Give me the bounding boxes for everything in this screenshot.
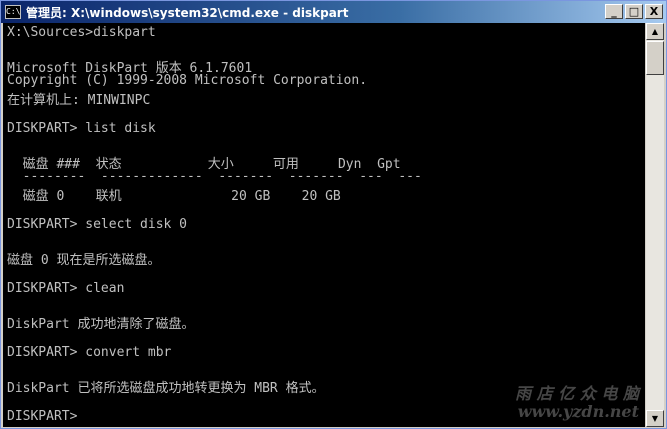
console-line: 磁盘 ### 状态 大小 可用 Dyn Gpt (7, 157, 401, 172)
console-line: 磁盘 0 联机 20 GB 20 GB (7, 189, 341, 204)
window-title: 管理员: X:\windows\system32\cmd.exe - diskp… (26, 5, 349, 20)
console-line: DISKPART> clean (7, 281, 125, 296)
scroll-thumb[interactable] (646, 41, 664, 75)
console-line: DISKPART> convert mbr (7, 345, 172, 360)
scroll-down-icon[interactable]: ▼ (646, 410, 664, 427)
cmd-window: C:\ 管理员: X:\windows\system32\cmd.exe - d… (0, 0, 667, 429)
scroll-up-icon[interactable]: ▲ (646, 23, 664, 40)
cmd-icon: C:\ (5, 5, 21, 19)
console-line: Copyright (C) 1999-2008 Microsoft Corpor… (7, 73, 368, 88)
console-line: X:\Sources>diskpart (7, 25, 156, 40)
console-line: DISKPART> list disk (7, 121, 156, 136)
watermark-text: 雨 店 亿 众 电 脑 (515, 384, 639, 403)
console-line: DiskPart 成功地清除了磁盘。 (7, 317, 195, 332)
watermark-url: www.yzdn.net (517, 402, 639, 421)
close-button[interactable]: X (645, 4, 663, 19)
minimize-button[interactable]: _ (605, 4, 623, 19)
console-lines: X:\Sources>diskpart Microsoft DiskPart 版本… (7, 25, 422, 425)
maximize-button[interactable]: □ (625, 4, 643, 19)
title-buttons: _ □ X (605, 4, 663, 19)
console-line: -------- ------------- ------- ------- -… (7, 169, 422, 184)
console-line: 磁盘 0 现在是所选磁盘。 (7, 253, 161, 268)
vertical-scrollbar[interactable]: ▲ ▼ (646, 23, 664, 427)
console-output[interactable]: X:\Sources>diskpart Microsoft DiskPart 版本… (3, 23, 645, 427)
console-line: DISKPART> (7, 409, 78, 424)
watermark: 雨 店 亿 众 电 脑 www.yzdn.net (515, 385, 639, 421)
console-line: DISKPART> select disk 0 (7, 217, 188, 232)
title-bar[interactable]: C:\ 管理员: X:\windows\system32\cmd.exe - d… (1, 1, 666, 23)
console-line: 在计算机上: MINWINPC (7, 93, 151, 108)
console-line: DiskPart 已将所选磁盘成功地转更换为 MBR 格式。 (7, 381, 325, 396)
console-line: Microsoft DiskPart 版本 6.1.7601 (7, 61, 253, 76)
